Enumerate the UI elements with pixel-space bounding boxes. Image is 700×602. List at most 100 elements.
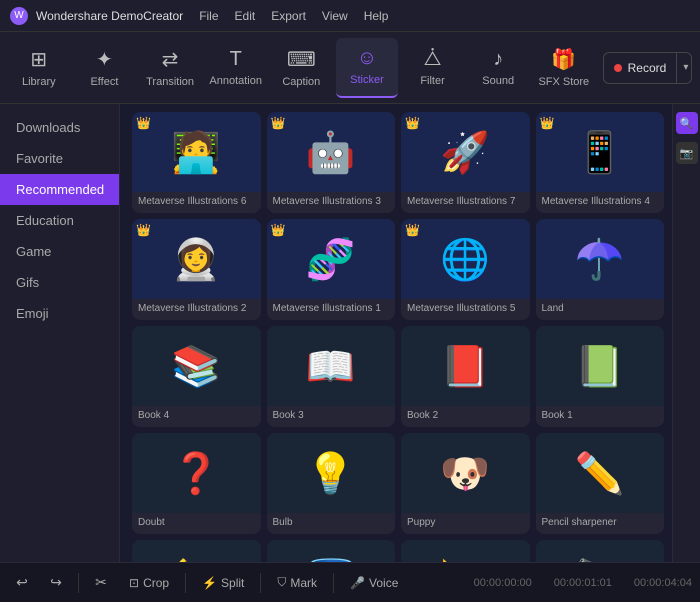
crop-label: Crop <box>143 576 169 590</box>
sticker-name: Doubt <box>132 513 261 534</box>
annotation-icon: T <box>230 48 242 71</box>
transition-label: Transition <box>146 76 194 88</box>
record-label: Record <box>628 61 667 75</box>
toolbar-sfx[interactable]: 🎁 SFX Store <box>533 38 595 98</box>
time-mid: 00:00:01:01 <box>554 577 612 589</box>
sticker-item[interactable]: 👑🌐Metaverse Illustrations 5 <box>401 219 530 320</box>
sticker-item[interactable]: 📐Ruler <box>401 540 530 562</box>
sticker-name: Metaverse Illustrations 5 <box>401 299 530 320</box>
library-label: Library <box>22 76 56 88</box>
sticker-item[interactable]: 🔭Compasses <box>536 540 665 562</box>
redo-button[interactable]: ↪ <box>42 569 70 597</box>
sticker-name: Puppy <box>401 513 530 534</box>
sticker-emoji: 📐 <box>435 550 495 562</box>
transition-icon: ⇄ <box>162 47 179 72</box>
menu-bar: File Edit Export View Help <box>199 9 388 23</box>
time-start: 00:00:00:00 <box>474 577 532 589</box>
sticker-item[interactable]: 📚Book 4 <box>132 326 261 427</box>
sticker-emoji: 🤖 <box>301 122 361 182</box>
voice-button[interactable]: 🎤 Voice <box>342 572 406 594</box>
caption-icon: ⌨ <box>287 47 316 72</box>
menu-file[interactable]: File <box>199 9 218 23</box>
sticker-item[interactable]: 🐶Puppy <box>401 433 530 534</box>
app-name: Wondershare DemoCreator <box>36 9 183 23</box>
title-bar: W Wondershare DemoCreator File Edit Expo… <box>0 0 700 32</box>
toolbar-filter[interactable]: ⧊ Filter <box>402 38 464 98</box>
menu-export[interactable]: Export <box>271 9 306 23</box>
sticker-name: Pencil sharpener <box>536 513 665 534</box>
sticker-emoji: 🧬 <box>301 229 361 289</box>
search-panel-icon[interactable]: 🔍 <box>676 112 698 134</box>
mark-button[interactable]: ⛉ Mark <box>269 571 325 594</box>
library-icon: ⊞ <box>30 47 47 72</box>
crown-badge: 👑 <box>405 116 420 130</box>
sticker-emoji: ❓ <box>166 443 226 503</box>
sidebar-item-education[interactable]: Education <box>0 205 119 236</box>
filter-icon: ⧊ <box>424 48 442 71</box>
record-dropdown-arrow[interactable]: ▾ <box>676 53 692 83</box>
toolbar-annotation[interactable]: T Annotation <box>205 38 267 98</box>
record-dot <box>614 64 622 72</box>
menu-view[interactable]: View <box>322 9 348 23</box>
sticker-item[interactable]: 📏Tape measure <box>132 540 261 562</box>
sticker-item[interactable]: 🪣Pen container <box>267 540 396 562</box>
sticker-name: Metaverse Illustrations 2 <box>132 299 261 320</box>
undo-button[interactable]: ↩ <box>8 569 36 597</box>
sticker-item[interactable]: ✏️Pencil sharpener <box>536 433 665 534</box>
sticker-emoji: 💡 <box>301 443 361 503</box>
sticker-item[interactable]: 👑📱Metaverse Illustrations 4 <box>536 112 665 213</box>
sticker-name: Book 4 <box>132 406 261 427</box>
sticker-name: Book 1 <box>536 406 665 427</box>
sidebar-item-favorite[interactable]: Favorite <box>0 143 119 174</box>
effect-icon: ✦ <box>96 47 113 72</box>
sidebar-item-emoji[interactable]: Emoji <box>0 298 119 329</box>
toolbar-effect[interactable]: ✦ Effect <box>74 38 136 98</box>
record-button[interactable]: Record ▾ <box>603 52 692 84</box>
toolbar-caption[interactable]: ⌨ Caption <box>271 38 333 98</box>
sfx-label: SFX Store <box>538 76 589 88</box>
sticker-item[interactable]: ☂️Land <box>536 219 665 320</box>
filter-label: Filter <box>420 75 444 87</box>
sticker-grid-area: 👑🧑‍💻Metaverse Illustrations 6👑🤖Metaverse… <box>120 104 672 562</box>
sidebar-item-downloads[interactable]: Downloads <box>0 112 119 143</box>
sticker-name: Metaverse Illustrations 6 <box>132 192 261 213</box>
sidebar-item-gifs[interactable]: Gifs <box>0 267 119 298</box>
camera-panel-icon[interactable]: 📷 <box>676 142 698 164</box>
crop-button[interactable]: ⊡ Crop <box>121 572 177 594</box>
crown-badge: 👑 <box>540 116 555 130</box>
toolbar-sound[interactable]: ♪ Sound <box>467 38 529 98</box>
scissors-button[interactable]: ✂ <box>87 569 115 597</box>
menu-edit[interactable]: Edit <box>235 9 256 23</box>
sticker-emoji: 📕 <box>435 336 495 396</box>
sticker-item[interactable]: 👑🚀Metaverse Illustrations 7 <box>401 112 530 213</box>
sticker-emoji: ☂️ <box>570 229 630 289</box>
record-btn-main[interactable]: Record <box>604 53 677 83</box>
sticker-item[interactable]: 👑🧬Metaverse Illustrations 1 <box>267 219 396 320</box>
mark-icon: ⛉ <box>277 575 286 590</box>
sticker-item[interactable]: 📗Book 1 <box>536 326 665 427</box>
sticker-name: Bulb <box>267 513 396 534</box>
toolbar-library[interactable]: ⊞ Library <box>8 38 70 98</box>
bottom-bar: ↩ ↪ ✂ ⊡ Crop ⚡ Split ⛉ Mark 🎤 Voice 00:0… <box>0 562 700 602</box>
sticker-item[interactable]: ❓ Doubt <box>132 433 261 534</box>
app-logo: W <box>10 7 28 25</box>
sticker-item[interactable]: 📕Book 2 <box>401 326 530 427</box>
menu-help[interactable]: Help <box>364 9 389 23</box>
toolbar-sticker[interactable]: ☺ Sticker <box>336 38 398 98</box>
toolbar-transition[interactable]: ⇄ Transition <box>139 38 201 98</box>
voice-label: Voice <box>369 576 398 590</box>
sidebar-item-recommended[interactable]: Recommended <box>0 174 119 205</box>
sticker-icon: ☺ <box>357 47 377 70</box>
sidebar-item-game[interactable]: Game <box>0 236 119 267</box>
sticker-emoji: 🌐 <box>435 229 495 289</box>
sticker-item[interactable]: 📖Book 3 <box>267 326 396 427</box>
sticker-item[interactable]: 👑👩‍🚀Metaverse Illustrations 2 <box>132 219 261 320</box>
split-button[interactable]: ⚡ Split <box>194 572 252 594</box>
sticker-emoji: 📖 <box>301 336 361 396</box>
sticker-item[interactable]: 💡 Bulb <box>267 433 396 534</box>
voice-icon: 🎤 <box>350 576 365 590</box>
main-area: Downloads Favorite Recommended Education… <box>0 104 700 562</box>
sticker-name: Metaverse Illustrations 4 <box>536 192 665 213</box>
sticker-item[interactable]: 👑🧑‍💻Metaverse Illustrations 6 <box>132 112 261 213</box>
sticker-item[interactable]: 👑🤖Metaverse Illustrations 3 <box>267 112 396 213</box>
